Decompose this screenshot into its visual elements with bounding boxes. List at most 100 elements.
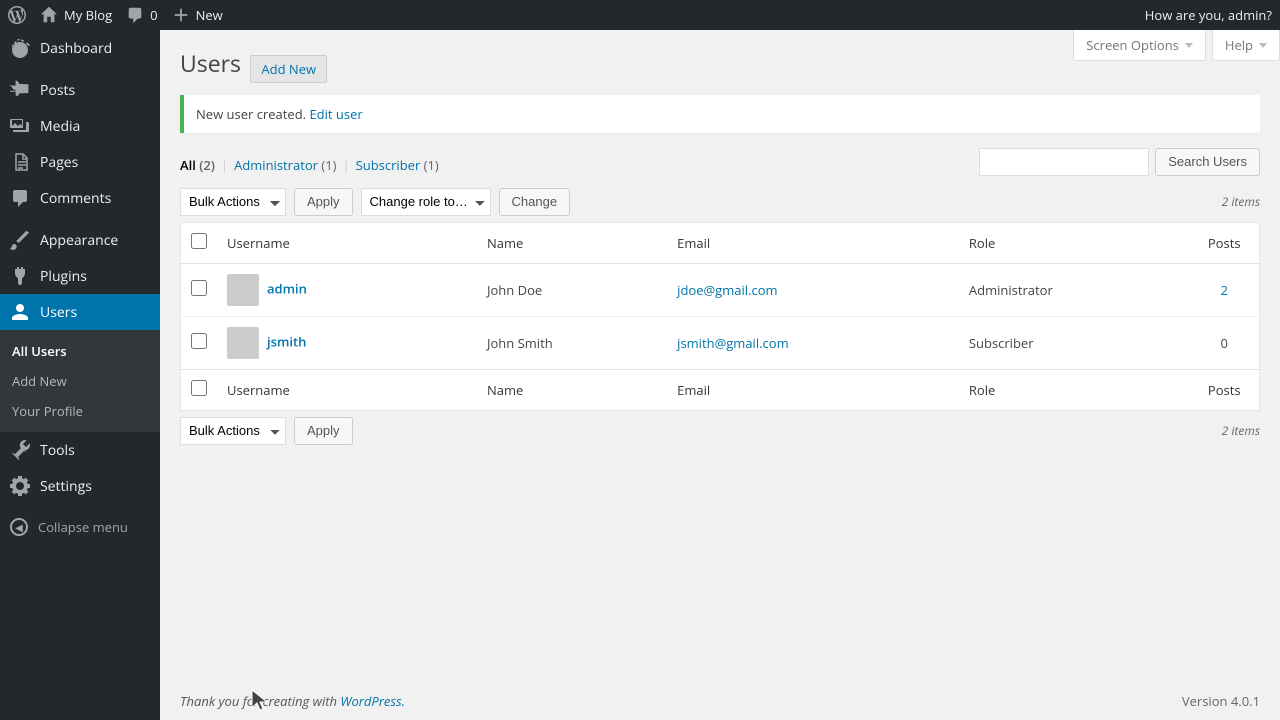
search-users-button[interactable]: Search Users	[1155, 148, 1260, 176]
user-posts: 0	[1190, 316, 1260, 369]
chevron-down-icon	[1259, 43, 1267, 48]
admin-sidebar: Dashboard Posts Media Pages Comments App…	[0, 30, 160, 720]
menu-label: Settings	[40, 477, 92, 496]
admin-footer: Thank you for creating with WordPress. V…	[160, 682, 1280, 720]
table-row: admin John Doe jdoe@gmail.com Administra…	[181, 263, 1260, 316]
menu-label: Plugins	[40, 267, 87, 286]
row-checkbox[interactable]	[191, 280, 207, 296]
apply-button-bottom[interactable]: Apply	[294, 417, 353, 445]
col-username[interactable]: Username	[217, 369, 477, 410]
admin-bar: My Blog 0 New How are you, admin?	[0, 0, 1280, 30]
menu-posts[interactable]: Posts	[0, 72, 160, 108]
notice-text: New user created.	[196, 105, 309, 123]
menu-tools[interactable]: Tools	[0, 432, 160, 468]
settings-icon	[10, 476, 30, 496]
menu-label: Comments	[40, 189, 111, 208]
menu-label: Posts	[40, 81, 75, 100]
user-posts-link[interactable]: 2	[1221, 281, 1228, 299]
collapse-label: Collapse menu	[38, 518, 128, 536]
submenu-your-profile[interactable]: Your Profile	[0, 396, 160, 426]
new-content-link[interactable]: New	[172, 6, 223, 24]
select-all-checkbox[interactable]	[191, 233, 207, 249]
menu-label: Tools	[40, 441, 75, 460]
user-email-link[interactable]: jsmith@gmail.com	[677, 334, 788, 352]
bulk-actions-select-bottom[interactable]: Bulk Actions	[180, 417, 286, 445]
wordpress-icon	[8, 6, 26, 24]
user-role: Subscriber	[959, 316, 1190, 369]
menu-pages[interactable]: Pages	[0, 144, 160, 180]
add-new-button[interactable]: Add New	[250, 55, 327, 83]
username-link[interactable]: admin	[267, 279, 307, 297]
username-link[interactable]: jsmith	[267, 332, 306, 350]
table-row: jsmith John Smith jsmith@gmail.com Subsc…	[181, 316, 1260, 369]
avatar	[227, 274, 259, 306]
menu-label: Appearance	[40, 231, 118, 250]
user-email-link[interactable]: jdoe@gmail.com	[677, 281, 777, 299]
footer-thank: Thank you for creating with	[180, 692, 340, 710]
item-count: 2 items	[1222, 193, 1260, 210]
submenu-all-users[interactable]: All Users	[0, 336, 160, 366]
chevron-down-icon	[1185, 43, 1193, 48]
edit-user-link[interactable]: Edit user	[309, 105, 362, 123]
col-email[interactable]: Email	[667, 369, 959, 410]
screen-options-button[interactable]: Screen Options	[1073, 30, 1206, 61]
collapse-menu[interactable]: ◀ Collapse menu	[0, 510, 160, 544]
col-email[interactable]: Email	[667, 222, 959, 263]
col-role: Role	[959, 222, 1190, 263]
collapse-icon: ◀	[10, 518, 28, 536]
page-title: Users	[180, 40, 241, 82]
home-icon	[40, 6, 58, 24]
plus-icon	[172, 6, 190, 24]
wordpress-link[interactable]: WordPress.	[340, 692, 405, 710]
role-filters: All (2)| Administrator (1)| Subscriber (…	[180, 156, 439, 174]
user-name: John Doe	[477, 263, 667, 316]
user-icon	[10, 302, 30, 322]
menu-plugins[interactable]: Plugins	[0, 258, 160, 294]
filter-all[interactable]: All (2)	[180, 156, 215, 174]
brush-icon	[10, 230, 30, 250]
menu-dashboard[interactable]: Dashboard	[0, 30, 160, 66]
item-count-bottom: 2 items	[1222, 422, 1260, 439]
dashboard-icon	[10, 38, 30, 58]
menu-label: Users	[40, 303, 77, 322]
plugin-icon	[10, 266, 30, 286]
bulk-actions-select[interactable]: Bulk Actions	[180, 188, 286, 216]
page-icon	[10, 152, 30, 172]
col-posts: Posts	[1190, 369, 1260, 410]
menu-settings[interactable]: Settings	[0, 468, 160, 504]
pin-icon	[10, 80, 30, 100]
menu-comments[interactable]: Comments	[0, 180, 160, 216]
apply-button[interactable]: Apply	[294, 188, 353, 216]
media-icon	[10, 116, 30, 136]
new-label: New	[196, 6, 223, 24]
menu-label: Media	[40, 117, 80, 136]
col-username[interactable]: Username	[217, 222, 477, 263]
change-role-select[interactable]: Change role to…	[361, 188, 491, 216]
filter-administrator[interactable]: Administrator (1)	[234, 156, 336, 174]
my-account[interactable]: How are you, admin?	[1145, 6, 1272, 24]
menu-appearance[interactable]: Appearance	[0, 222, 160, 258]
select-all-checkbox-bottom[interactable]	[191, 380, 207, 396]
help-button[interactable]: Help	[1212, 30, 1280, 61]
col-role: Role	[959, 369, 1190, 410]
user-name: John Smith	[477, 316, 667, 369]
menu-media[interactable]: Media	[0, 108, 160, 144]
site-name: My Blog	[64, 6, 112, 24]
menu-label: Dashboard	[40, 39, 112, 58]
col-name[interactable]: Name	[477, 222, 667, 263]
comments-count: 0	[150, 6, 157, 24]
version-text: Version 4.0.1	[1182, 692, 1260, 710]
submenu-add-new[interactable]: Add New	[0, 366, 160, 396]
filter-subscriber[interactable]: Subscriber (1)	[356, 156, 439, 174]
wp-logo[interactable]	[8, 6, 26, 24]
site-name-link[interactable]: My Blog	[40, 6, 112, 24]
greeting-text: How are you, admin?	[1145, 6, 1272, 24]
menu-users[interactable]: Users	[0, 294, 160, 330]
comments-link[interactable]: 0	[126, 6, 157, 24]
success-notice: New user created. Edit user	[180, 95, 1260, 133]
change-button[interactable]: Change	[499, 188, 571, 216]
row-checkbox[interactable]	[191, 333, 207, 349]
col-name[interactable]: Name	[477, 369, 667, 410]
wrench-icon	[10, 440, 30, 460]
search-users-input[interactable]	[979, 148, 1149, 176]
